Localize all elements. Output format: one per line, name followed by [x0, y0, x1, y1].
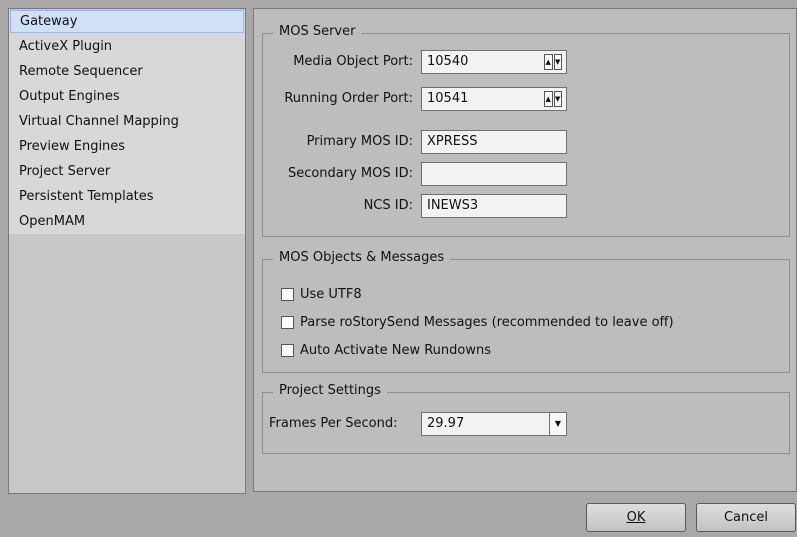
project-settings-group: Project Settings Frames Per Second: 29.9… — [262, 383, 790, 454]
category-output-engines[interactable]: Output Engines — [9, 84, 245, 109]
spin-down-icon[interactable]: ▼ — [553, 91, 562, 107]
cancel-button-label: Cancel — [723, 510, 769, 525]
fps-label: Frames Per Second: — [269, 416, 398, 431]
category-remote-sequencer[interactable]: Remote Sequencer — [9, 59, 245, 84]
mos-objects-title: MOS Objects & Messages — [273, 250, 451, 265]
media-object-port-field[interactable]: 10540 ▲ ▼ — [421, 50, 567, 74]
ncs-id-label: NCS ID: — [363, 198, 413, 213]
category-virtual-channel-mapping[interactable]: Virtual Channel Mapping — [9, 109, 245, 134]
spin-up-icon[interactable]: ▲ — [544, 54, 553, 70]
secondary-mos-id-field[interactable] — [421, 162, 567, 186]
running-order-port-value: 10541 — [427, 91, 469, 106]
fps-value: 29.97 — [427, 416, 465, 431]
project-settings-title: Project Settings — [273, 383, 387, 398]
media-object-port-value: 10540 — [427, 54, 469, 69]
parse-rostorysend-option[interactable]: Parse roStorySend Messages (recommended … — [281, 312, 674, 332]
fps-dropdown[interactable]: 29.97 ▼ — [421, 412, 567, 436]
settings-category-list: Gateway ActiveX Plugin Remote Sequencer … — [8, 8, 246, 494]
ncs-id-value: INEWS3 — [427, 198, 479, 213]
chevron-down-icon[interactable]: ▼ — [549, 413, 566, 435]
media-object-port-spinner[interactable]: ▲ ▼ — [544, 54, 562, 70]
auto-activate-option[interactable]: Auto Activate New Rundowns — [281, 340, 491, 360]
secondary-mos-id-label: Secondary MOS ID: — [287, 166, 413, 181]
mos-server-group: MOS Server Media Object Port: 10540 ▲ ▼ … — [262, 24, 790, 237]
auto-activate-checkbox[interactable] — [281, 343, 294, 357]
auto-activate-label: Auto Activate New Rundowns — [300, 342, 491, 358]
spin-up-icon[interactable]: ▲ — [544, 91, 553, 107]
ncs-id-field[interactable]: INEWS3 — [421, 194, 567, 218]
running-order-port-label: Running Order Port: — [284, 91, 413, 106]
primary-mos-id-value: XPRESS — [427, 134, 478, 149]
category-preview-engines[interactable]: Preview Engines — [9, 134, 245, 159]
category-items: Gateway ActiveX Plugin Remote Sequencer … — [9, 10, 245, 234]
use-utf8-label: Use UTF8 — [300, 286, 362, 302]
primary-mos-id-field[interactable]: XPRESS — [421, 130, 567, 154]
ok-button[interactable]: OK — [586, 503, 686, 532]
use-utf8-option[interactable]: Use UTF8 — [281, 284, 362, 304]
category-project-server[interactable]: Project Server — [9, 159, 245, 184]
running-order-port-field[interactable]: 10541 ▲ ▼ — [421, 87, 567, 111]
primary-mos-id-label: Primary MOS ID: — [306, 134, 413, 149]
parse-rostorysend-checkbox[interactable] — [281, 315, 294, 329]
gateway-settings-panel: MOS Server Media Object Port: 10540 ▲ ▼ … — [253, 8, 797, 492]
parse-rostorysend-label: Parse roStorySend Messages (recommended … — [300, 314, 674, 330]
mos-server-title: MOS Server — [273, 24, 362, 39]
media-object-port-label: Media Object Port: — [293, 54, 413, 69]
category-persistent-templates[interactable]: Persistent Templates — [9, 184, 245, 209]
ok-button-label: OK — [626, 510, 646, 525]
use-utf8-checkbox[interactable] — [281, 287, 294, 301]
running-order-port-spinner[interactable]: ▲ ▼ — [544, 91, 562, 107]
category-gateway[interactable]: Gateway — [10, 10, 244, 33]
spin-down-icon[interactable]: ▼ — [553, 54, 562, 70]
cancel-button[interactable]: Cancel — [696, 503, 796, 532]
category-activex-plugin[interactable]: ActiveX Plugin — [9, 34, 245, 59]
mos-objects-group: MOS Objects & Messages Use UTF8 Parse ro… — [262, 250, 790, 373]
category-openmam[interactable]: OpenMAM — [9, 209, 245, 234]
